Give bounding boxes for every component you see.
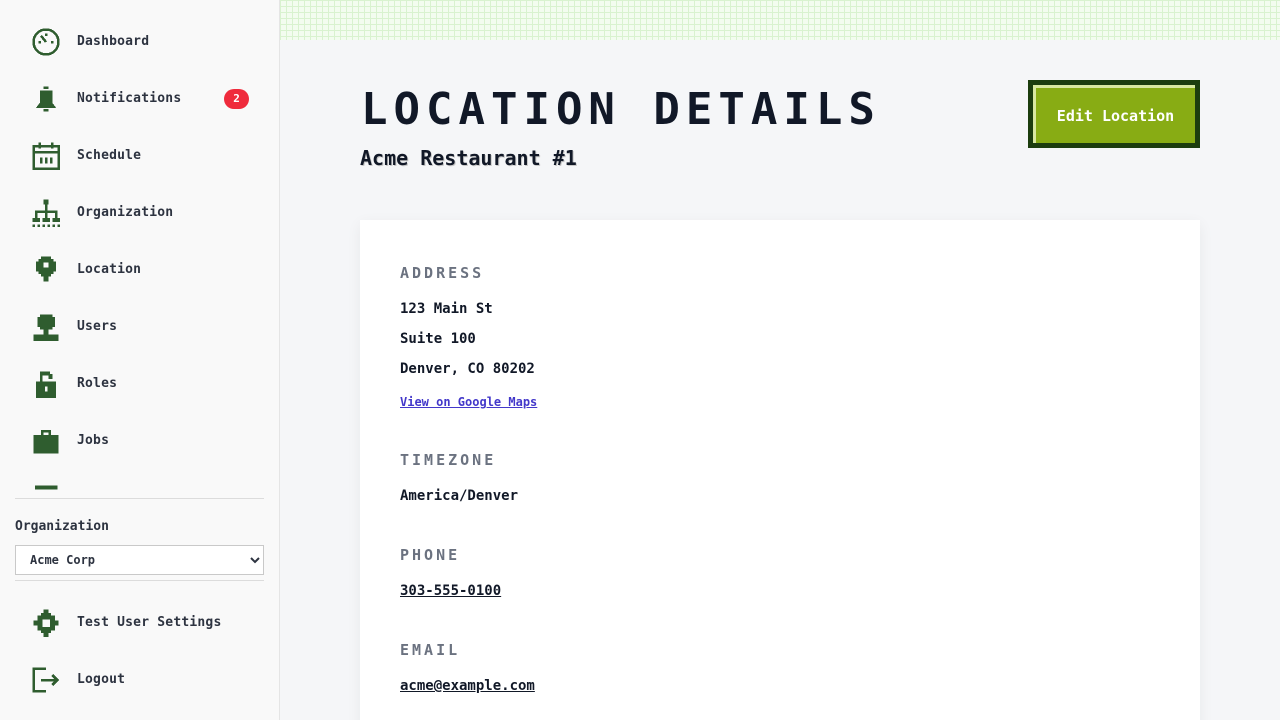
- sidebar-item-notifications[interactable]: Notifications 2: [15, 70, 264, 127]
- briefcase-icon: [30, 425, 62, 457]
- organization-label: Organization: [15, 519, 109, 534]
- timezone-value: America/Denver: [400, 488, 519, 504]
- sidebar-nav[interactable]: Dashboard Notifications 2 Schedule Organ…: [15, 0, 264, 492]
- phone-heading: Phone: [400, 546, 461, 564]
- org-chart-icon: [30, 197, 62, 229]
- dashboard-icon: [30, 26, 62, 58]
- sidebar-item-roles[interactable]: Roles: [15, 355, 264, 412]
- page-title: Location Details: [361, 84, 881, 135]
- sidebar-item-label: Logout: [77, 672, 126, 687]
- sidebar-item-label: Dashboard: [77, 34, 150, 49]
- partially-hidden-icon: [30, 482, 62, 493]
- address-line-2: Suite 100: [400, 331, 476, 347]
- sidebar-item-label: Test User Settings: [77, 615, 222, 630]
- user-icon: [30, 311, 62, 343]
- sidebar-item-label: Schedule: [77, 148, 142, 163]
- sidebar-item-dashboard[interactable]: Dashboard: [15, 13, 264, 70]
- sidebar-item-partial[interactable]: [15, 469, 264, 492]
- sidebar-item-label: Jobs: [77, 433, 110, 448]
- organization-select[interactable]: Acme Corp: [15, 545, 264, 575]
- page-subtitle: Acme Restaurant #1: [360, 146, 577, 170]
- unlock-icon: [30, 368, 62, 400]
- edit-location-button[interactable]: Edit Location: [1028, 80, 1200, 148]
- sidebar-item-users[interactable]: Users: [15, 298, 264, 355]
- sidebar-item-label: Notifications: [77, 91, 182, 106]
- address-heading: Address: [400, 264, 485, 282]
- location-details-card: Address 123 Main St Suite 100 Denver, CO…: [360, 220, 1200, 720]
- sidebar-item-logout[interactable]: Logout: [15, 651, 264, 708]
- map-pin-icon: [30, 254, 62, 286]
- phone-link[interactable]: 303-555-0100: [400, 583, 501, 599]
- logout-icon: [30, 664, 62, 696]
- bell-icon: [30, 83, 62, 115]
- address-line-1: 123 Main St: [400, 301, 493, 317]
- sidebar-item-label: Roles: [77, 376, 118, 391]
- email-heading: Email: [400, 641, 461, 659]
- header-grid-band: [280, 0, 1280, 40]
- google-maps-link[interactable]: View on Google Maps: [400, 395, 537, 409]
- sidebar-item-organization[interactable]: Organization: [15, 184, 264, 241]
- notification-count-badge: 2: [224, 88, 249, 109]
- address-line-3: Denver, CO 80202: [400, 361, 535, 377]
- calendar-icon: [30, 140, 62, 172]
- sidebar-item-label: Users: [77, 319, 118, 334]
- timezone-heading: Timezone: [400, 451, 497, 469]
- sidebar-divider: [15, 580, 264, 581]
- edit-location-label: Edit Location: [1033, 85, 1195, 143]
- sidebar-item-jobs[interactable]: Jobs: [15, 412, 264, 469]
- sidebar-item-test-user-settings[interactable]: Test User Settings: [15, 594, 264, 651]
- sidebar-item-location[interactable]: Location: [15, 241, 264, 298]
- email-link[interactable]: acme@example.com: [400, 678, 535, 694]
- sidebar-item-label: Location: [77, 262, 142, 277]
- sidebar-item-schedule[interactable]: Schedule: [15, 127, 264, 184]
- sidebar-item-label: Organization: [77, 205, 174, 220]
- sidebar-divider: [15, 498, 264, 499]
- sidebar-bottom-nav: Test User Settings Logout: [15, 594, 264, 708]
- gear-icon: [30, 607, 62, 639]
- sidebar: Dashboard Notifications 2 Schedule Organ…: [0, 0, 280, 720]
